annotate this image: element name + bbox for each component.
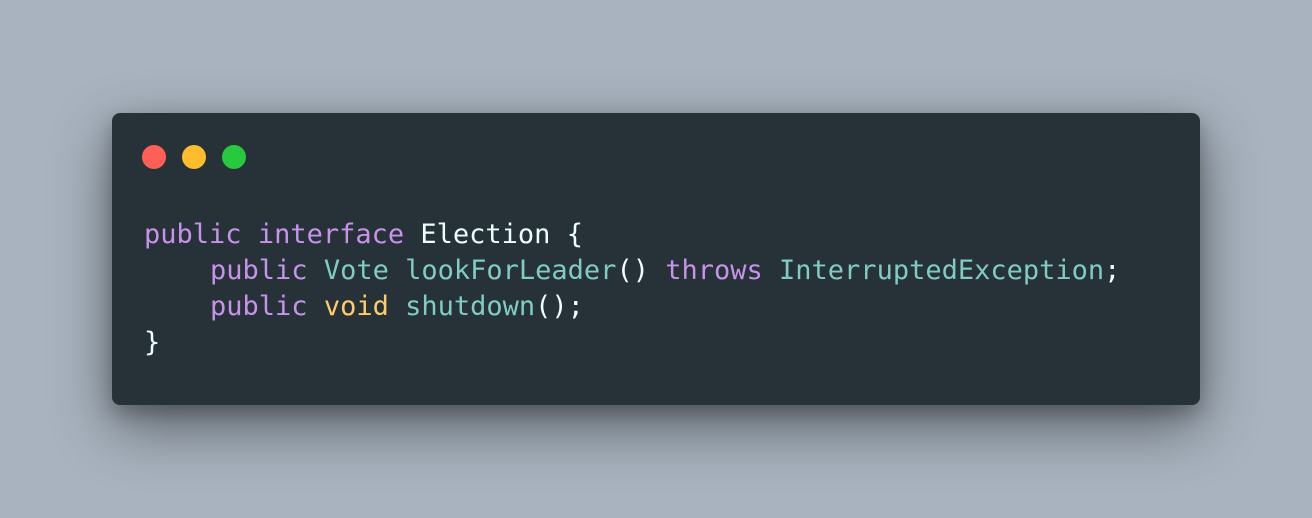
code-line-2: public Vote lookForLeader() throws Inter…: [144, 253, 1120, 289]
token-election: Election: [420, 219, 551, 250]
token-void: void: [323, 291, 389, 322]
close-dot[interactable]: [142, 145, 166, 169]
code-line-4: }: [144, 325, 1120, 361]
token-lookforleader: lookForLeader: [405, 255, 617, 286]
window-controls: [142, 145, 246, 169]
code-block: public interface Election {public Vote l…: [144, 217, 1120, 361]
maximize-dot[interactable]: [222, 145, 246, 169]
token-interface: interface: [257, 219, 405, 250]
token-call-end: ();: [535, 291, 584, 322]
token-close-brace: }: [144, 327, 161, 358]
token-throws: throws: [665, 255, 763, 286]
token-interruptedexception: InterruptedException: [779, 255, 1105, 286]
token-open-brace: {: [550, 219, 583, 250]
code-line-1: public interface Election {: [144, 217, 1120, 253]
code-window: public interface Election {public Vote l…: [112, 113, 1200, 405]
code-line-3: public void shutdown();: [144, 289, 1120, 325]
token-shutdown: shutdown: [405, 291, 536, 322]
token-public: public: [210, 255, 308, 286]
token-parens: (): [616, 255, 649, 286]
token-vote: Vote: [323, 255, 389, 286]
token-semicolon: ;: [1104, 255, 1121, 286]
token-public: public: [144, 219, 242, 250]
token-public: public: [210, 291, 308, 322]
minimize-dot[interactable]: [182, 145, 206, 169]
